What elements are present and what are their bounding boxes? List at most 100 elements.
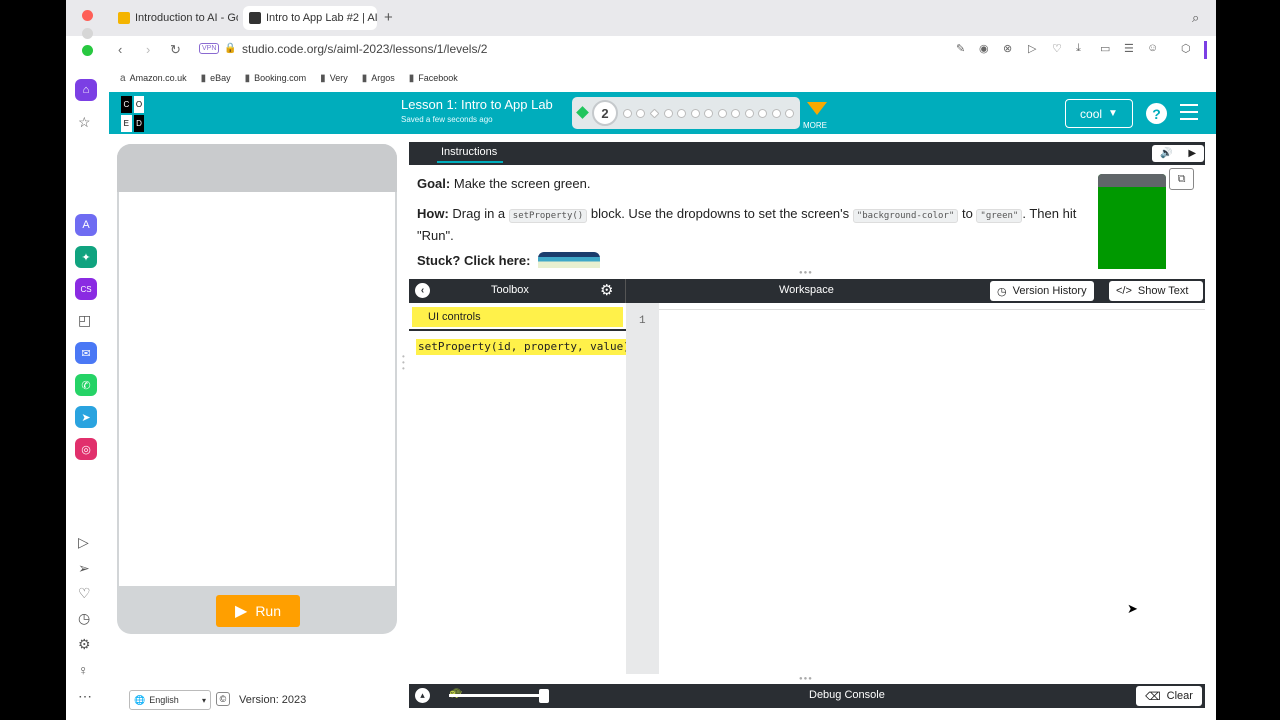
edit-icon[interactable]: ✎	[956, 42, 965, 55]
help-video-thumbnail[interactable]	[538, 252, 601, 268]
whatsapp-icon[interactable]: ✆	[75, 374, 97, 396]
close-window-button[interactable]	[82, 10, 93, 21]
language-select[interactable]: 🌐 English ▾	[129, 690, 211, 710]
settings-icon[interactable]: ⚙	[78, 636, 91, 653]
slides-favicon-icon	[118, 12, 130, 24]
version-history-button[interactable]: ◷ Version History	[990, 281, 1094, 301]
more-icon[interactable]: ⋯	[78, 688, 92, 705]
collapse-toolbox-icon[interactable]: ‹	[415, 283, 430, 298]
send-icon[interactable]: ➢	[78, 560, 90, 577]
level-dot[interactable]	[758, 109, 767, 118]
level-dot[interactable]	[677, 109, 686, 118]
audio-controls[interactable]: 🔊 ▶	[1152, 145, 1204, 162]
level-dot[interactable]	[772, 109, 781, 118]
show-text-button[interactable]: </> Show Text	[1109, 281, 1203, 301]
telegram-icon[interactable]: ➤	[75, 406, 97, 428]
hamburger-menu-icon[interactable]	[1180, 104, 1198, 125]
tab-introduction-to-ai[interactable]: Introduction to AI - Goo	[112, 6, 238, 30]
level-dot[interactable]	[704, 109, 713, 118]
lesson-title[interactable]: Lesson 1: Intro to App Lab	[401, 97, 553, 112]
instructions-header: Instructions 🔊 ▶	[409, 142, 1205, 165]
speed-slider-handle[interactable]	[539, 689, 549, 703]
level-dot[interactable]	[785, 109, 794, 118]
lock-icon[interactable]: 🔒	[224, 43, 236, 54]
play-icon[interactable]: ▷	[1028, 42, 1036, 55]
profile-icon[interactable]: ☺	[1147, 42, 1158, 54]
speed-slider[interactable]	[449, 694, 549, 697]
app-screen[interactable]	[119, 192, 395, 586]
play-audio-icon[interactable]: ▶	[1188, 148, 1196, 159]
bookmark-argos[interactable]: ▮ Argos	[362, 68, 395, 88]
vpn-badge[interactable]: VPN	[199, 43, 220, 54]
new-tab-button[interactable]: +	[384, 9, 393, 26]
target-app-thumbnail[interactable]	[1098, 174, 1166, 269]
more-arrow-icon[interactable]	[807, 102, 827, 115]
instagram-icon[interactable]: ◎	[75, 438, 97, 460]
star-icon[interactable]: ☆	[78, 114, 91, 131]
bookmark-booking[interactable]: ▮ Booking.com	[245, 68, 307, 88]
level-dot[interactable]	[718, 109, 727, 118]
bookmark-very[interactable]: ▮ Very	[320, 68, 348, 88]
code-org-logo[interactable]: C O E D	[121, 96, 157, 132]
extensions-icon[interactable]: ⬡	[1181, 42, 1191, 55]
level-dot[interactable]	[664, 109, 673, 118]
shopping-bag-icon[interactable]: ◰	[78, 312, 91, 329]
clear-button[interactable]: ⌫ Clear	[1136, 686, 1202, 706]
zoom-window-button[interactable]	[82, 45, 93, 56]
history-icon[interactable]: ◷	[78, 610, 90, 627]
gear-icon[interactable]: ⚙	[600, 281, 613, 299]
reload-icon[interactable]: ↻	[170, 42, 181, 58]
code-workspace[interactable]	[659, 303, 1205, 674]
instructions-panel: Instructions 🔊 ▶ Goal: Make the screen g…	[409, 142, 1205, 269]
resize-handle[interactable]: ●●●	[799, 270, 813, 276]
help-button[interactable]: ?	[1146, 103, 1167, 124]
more-label[interactable]: MORE	[803, 121, 827, 130]
url-field[interactable]: studio.code.org/s/aiml-2023/lessons/1/le…	[242, 42, 487, 56]
home-icon[interactable]: ⌂	[75, 79, 97, 101]
expand-console-icon[interactable]: ▴	[415, 688, 430, 703]
tips-icon[interactable]: ♀	[78, 662, 89, 678]
bookmark-ebay[interactable]: ▮ eBay	[201, 68, 231, 88]
tab-search-icon[interactable]: ⌕	[1192, 10, 1199, 26]
ad-block-icon[interactable]: ⊗	[1003, 42, 1012, 55]
screen: Introduction to AI - Goo Intro to App La…	[0, 0, 1280, 720]
turtle-speed-icon: 🐢	[449, 687, 463, 699]
panel-splitter[interactable]: • • •	[402, 353, 405, 373]
speaker-icon[interactable]: 🔊	[1160, 148, 1172, 159]
level-dot[interactable]	[731, 109, 740, 118]
level-dot[interactable]	[623, 109, 632, 118]
minimize-window-button[interactable]	[82, 28, 93, 39]
level-diamond[interactable]	[649, 108, 660, 119]
tab-instructions[interactable]: Instructions	[436, 146, 504, 163]
bookmark-amazon[interactable]: a Amazon.co.uk	[120, 68, 187, 88]
heart-icon[interactable]: ♡	[78, 585, 91, 602]
forward-icon[interactable]: ›	[146, 42, 150, 57]
level-dot[interactable]	[745, 109, 754, 118]
toolbox-title: Toolbox	[491, 284, 529, 296]
tab-intro-to-app-lab[interactable]: Intro to App Lab #2 | AI	[243, 6, 377, 30]
aria-icon[interactable]: A	[75, 214, 97, 236]
current-level-bubble[interactable]: 2	[592, 100, 618, 126]
user-menu-button[interactable]: cool ▼	[1065, 99, 1133, 128]
setproperty-block[interactable]: setProperty(id, property, value)	[416, 339, 626, 355]
run-button[interactable]: ▶ Run	[216, 595, 300, 627]
ui-controls-category[interactable]: UI controls	[412, 307, 623, 327]
how-label: How:	[417, 206, 449, 221]
heart-outline-icon[interactable]: ♡	[1052, 42, 1062, 55]
player-icon[interactable]: ▷	[78, 534, 89, 551]
download-icon[interactable]: ⤓	[1076, 42, 1081, 55]
expand-example-icon[interactable]: ⧉	[1169, 168, 1194, 190]
copyright-button[interactable]: ©	[216, 692, 230, 706]
bookmark-facebook[interactable]: ▮ Facebook	[409, 68, 458, 88]
level-dot[interactable]	[636, 109, 645, 118]
level-dot[interactable]	[691, 109, 700, 118]
chatgpt-icon[interactable]: ✦	[75, 246, 97, 268]
messenger-icon[interactable]: ✉	[75, 342, 97, 364]
chatsonic-icon[interactable]: CS	[75, 278, 97, 300]
back-icon[interactable]: ‹	[118, 42, 122, 57]
camera-icon[interactable]: ◉	[979, 42, 989, 55]
easy-setup-icon[interactable]: ☰	[1124, 42, 1134, 55]
resize-handle[interactable]: ●●●	[799, 676, 813, 682]
level-1-complete-icon[interactable]	[576, 106, 589, 119]
battery-icon[interactable]: ▭	[1100, 42, 1110, 55]
